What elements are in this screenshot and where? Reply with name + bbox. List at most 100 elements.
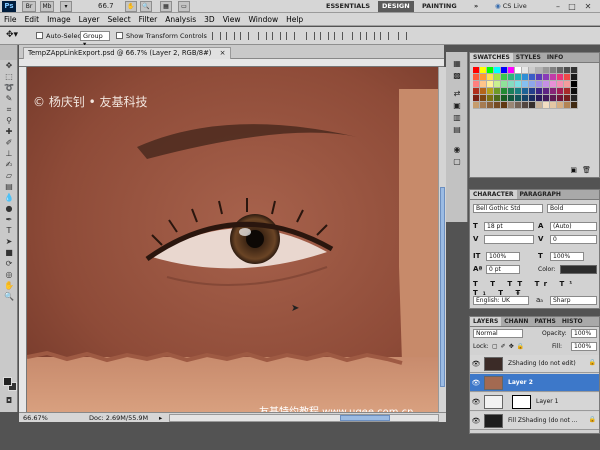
color-swatch[interactable]	[494, 102, 501, 109]
align-left-icon[interactable]	[258, 32, 267, 40]
color-swatch[interactable]	[473, 95, 480, 102]
color-swatch[interactable]	[550, 67, 557, 74]
color-swatch[interactable]	[522, 102, 529, 109]
visibility-eye-icon[interactable]: 👁	[471, 359, 481, 369]
color-swatch[interactable]	[487, 95, 494, 102]
color-swatch[interactable]	[571, 102, 578, 109]
color-swatch[interactable]	[508, 81, 515, 88]
bridge-button[interactable]: Br	[22, 1, 36, 12]
color-swatch[interactable]	[522, 74, 529, 81]
brush-tool-icon[interactable]: ✐	[0, 137, 18, 148]
tab-character[interactable]: CHARACTER	[470, 190, 517, 199]
menu-help[interactable]: Help	[282, 13, 307, 26]
document-tab[interactable]: TempZAppLinkExport.psd @ 66.7% (Layer 2,…	[23, 47, 231, 59]
color-swatch[interactable]	[543, 88, 550, 95]
vertical-scale-field[interactable]: 100%	[486, 252, 520, 261]
color-swatch[interactable]	[473, 67, 480, 74]
cs-live-button[interactable]: ◉ CS Live	[495, 1, 527, 12]
color-swatch[interactable]	[564, 74, 571, 81]
layer-row[interactable]: 👁 Fill ZShading (do not ... 🔒	[470, 412, 599, 430]
language-select[interactable]: English: UK	[473, 296, 529, 305]
menu-edit[interactable]: Edit	[21, 13, 44, 26]
kerning-field[interactable]	[484, 235, 534, 244]
distribute-left-icon[interactable]	[352, 32, 361, 40]
baseline-shift-field[interactable]: 0 pt	[486, 265, 520, 274]
menu-view[interactable]: View	[219, 13, 245, 26]
horizontal-scale-field[interactable]: 100%	[550, 252, 584, 261]
color-swatch[interactable]	[557, 81, 564, 88]
tracking-field[interactable]: 0	[550, 235, 597, 244]
color-swatch[interactable]	[515, 67, 522, 74]
tab-channels[interactable]: CHANN	[501, 317, 531, 326]
type-style-buttons[interactable]: T T TT Tr T¹ T₁ T Ŧ	[473, 280, 597, 297]
tools-panel-header[interactable]	[0, 45, 18, 60]
align-hcenter-icon[interactable]	[272, 32, 281, 40]
color-swatch[interactable]	[564, 88, 571, 95]
color-swatch[interactable]	[494, 67, 501, 74]
distribute-right-icon[interactable]	[380, 32, 389, 40]
distribute-vcenter-icon[interactable]	[320, 32, 329, 40]
distribute-bottom-icon[interactable]	[334, 32, 343, 40]
eraser-tool-icon[interactable]: ▱	[0, 170, 18, 181]
workspace-design[interactable]: DESIGN	[378, 1, 414, 12]
layer-row[interactable]: 👁 Layer 2	[470, 374, 599, 392]
type-tool-icon[interactable]: T	[0, 225, 18, 236]
color-swatch[interactable]	[494, 95, 501, 102]
menu-filter[interactable]: Filter	[135, 13, 162, 26]
tab-styles[interactable]: STYLES	[513, 53, 544, 62]
color-swatch[interactable]	[515, 88, 522, 95]
arrange-documents-button[interactable]: ▦	[160, 1, 172, 12]
horizontal-scrollbar[interactable]	[169, 414, 439, 422]
color-swatch[interactable]	[473, 81, 480, 88]
screen-mode-button[interactable]: ▭	[178, 1, 190, 12]
color-swatch[interactable]	[501, 81, 508, 88]
clone-stamp-tool-icon[interactable]: ⊥	[0, 148, 18, 159]
quick-select-tool-icon[interactable]: ✎	[0, 93, 18, 104]
menu-analysis[interactable]: Analysis	[161, 13, 200, 26]
workspace-painting[interactable]: PAINTING	[418, 1, 461, 12]
color-swatch[interactable]	[522, 81, 529, 88]
navigator-panel-icon[interactable]: ▣	[446, 100, 468, 112]
color-swatch[interactable]	[557, 88, 564, 95]
color-swatch[interactable]	[508, 88, 515, 95]
maximize-button[interactable]: □	[566, 1, 578, 12]
color-swatch[interactable]	[501, 95, 508, 102]
color-swatch[interactable]	[501, 88, 508, 95]
3d-orbit-tool-icon[interactable]: ◎	[0, 269, 18, 280]
color-swatch[interactable]	[550, 95, 557, 102]
tab-paths[interactable]: PATHS	[531, 317, 558, 326]
color-swatch[interactable]	[501, 74, 508, 81]
color-swatch[interactable]	[564, 102, 571, 109]
color-swatch[interactable]	[529, 102, 536, 109]
leading-field[interactable]: (Auto)	[550, 222, 597, 231]
color-swatch[interactable]	[571, 88, 578, 95]
color-swatch[interactable]	[480, 81, 487, 88]
align-bottom-icon[interactable]	[240, 32, 249, 40]
align-top-icon[interactable]	[212, 32, 221, 40]
color-swatch[interactable]	[501, 102, 508, 109]
color-swatch[interactable]	[536, 81, 543, 88]
mini-bridge-button[interactable]: Mb	[40, 1, 54, 12]
color-swatch[interactable]	[550, 88, 557, 95]
color-swatch[interactable]	[550, 102, 557, 109]
adjustments-panel-icon[interactable]: ▩	[446, 70, 468, 82]
extras-dropdown-button[interactable]: ▾	[60, 1, 72, 12]
menu-file[interactable]: File	[0, 13, 21, 26]
color-swatch[interactable]	[487, 67, 494, 74]
histogram-panel-icon[interactable]: ▥	[446, 112, 468, 124]
color-swatch[interactable]	[543, 81, 550, 88]
3d-rotate-tool-icon[interactable]: ⟳	[0, 258, 18, 269]
marquee-tool-icon[interactable]: ⬚	[0, 71, 18, 82]
layer-mask-thumbnail[interactable]	[512, 395, 531, 409]
color-swatch[interactable]	[571, 81, 578, 88]
color-swatch[interactable]	[487, 81, 494, 88]
visibility-eye-icon[interactable]: 👁	[471, 416, 481, 426]
horizontal-scroll-thumb[interactable]	[340, 415, 390, 421]
zoom-level[interactable]: 66.7	[98, 1, 114, 12]
vertical-scrollbar[interactable]	[438, 67, 446, 415]
color-swatch[interactable]	[529, 67, 536, 74]
color-swatch[interactable]	[473, 102, 480, 109]
color-swatch[interactable]	[480, 74, 487, 81]
tab-swatches[interactable]: SWATCHES	[470, 53, 513, 62]
tab-info[interactable]: INFO	[544, 53, 566, 62]
